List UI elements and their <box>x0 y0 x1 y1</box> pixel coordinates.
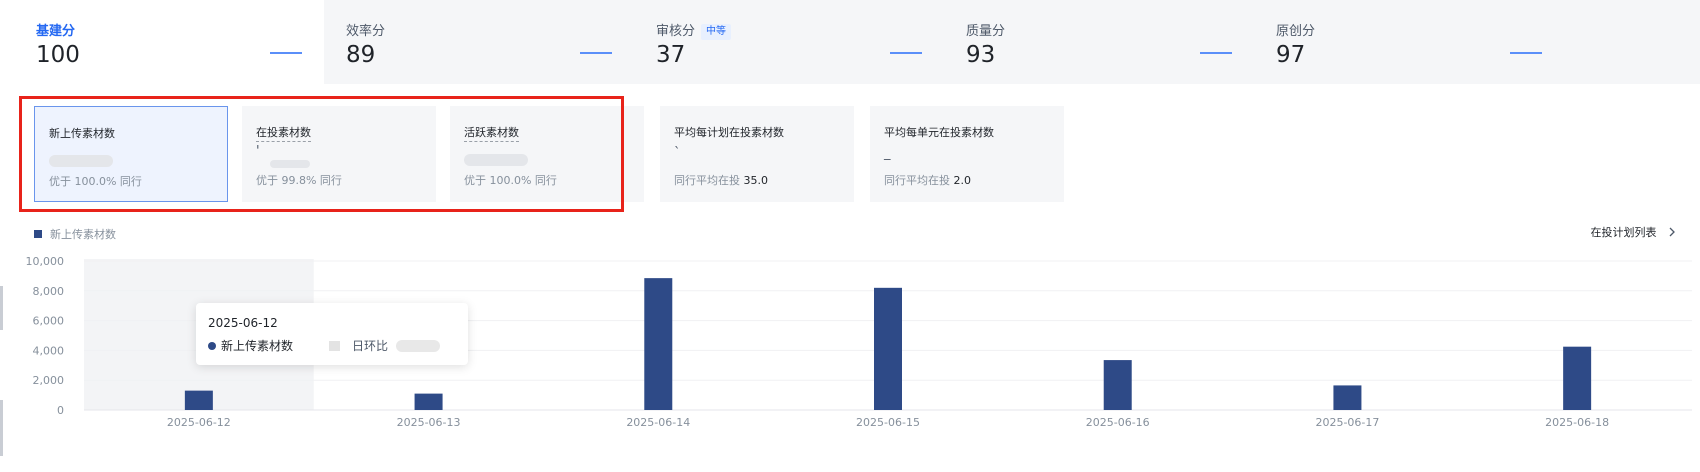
y-tick-label: 6,000 <box>33 315 65 328</box>
annotation-highlight-box <box>19 96 624 212</box>
bar[interactable] <box>184 390 213 410</box>
bar[interactable] <box>1563 346 1592 410</box>
bar[interactable] <box>414 393 443 410</box>
x-tick-label: 2025-06-15 <box>856 416 920 429</box>
comparison-text: 同行平均在投 <box>674 174 740 187</box>
tooltip-date: 2025-06-12 <box>208 316 278 330</box>
card-title: 平均每计划在投素材数 <box>674 126 784 139</box>
bar[interactable] <box>874 287 902 410</box>
x-tick-label: 2025-06-18 <box>1545 416 1609 429</box>
card-comparison: 同行平均在投 2.0 <box>884 172 971 188</box>
score-value: 37 <box>656 42 686 68</box>
y-tick-label: 4,000 <box>33 344 65 357</box>
card-comparison: 同行平均在投 35.0 <box>674 172 768 188</box>
tab-quality-score[interactable]: 质量分 93 <box>944 0 1254 84</box>
metric-card-avg-per-plan[interactable]: 平均每计划在投素材数 ` 同行平均在投 35.0 <box>660 106 854 202</box>
bar[interactable] <box>644 278 673 410</box>
sparkline <box>890 52 922 54</box>
score-tabs: 基建分 100 效率分 89 审核分 中等 37 质量分 93 原创分 97 <box>14 0 1700 84</box>
score-label: 审核分 中等 <box>656 20 732 40</box>
plan-list-link-label: 在投计划列表 <box>1590 226 1657 239</box>
x-tick-label: 2025-06-16 <box>1086 416 1150 429</box>
score-value: 93 <box>966 42 996 68</box>
comparison-text: 同行平均在投 <box>884 174 950 187</box>
y-axis: 0 2,000 4,000 6,000 8,000 10,000 <box>26 255 65 417</box>
y-tick-label: 0 <box>57 404 64 417</box>
tab-infrastructure-score[interactable]: 基建分 100 <box>14 0 324 84</box>
comparison-value: 35.0 <box>743 174 769 187</box>
sparkline <box>1510 52 1542 54</box>
bar[interactable] <box>1333 385 1362 410</box>
score-label: 基建分 <box>36 24 76 39</box>
score-label: 原创分 <box>1276 24 1316 39</box>
tab-efficiency-score[interactable]: 效率分 89 <box>324 0 634 84</box>
x-axis: 2025-06-12 2025-06-13 2025-06-14 2025-06-15… <box>167 416 1609 429</box>
metric-card-avg-per-unit[interactable]: 平均每单元在投素材数 _ 同行平均在投 2.0 <box>870 106 1064 202</box>
sparkline <box>1200 52 1232 54</box>
sparkline <box>270 52 302 54</box>
sparkline <box>580 52 612 54</box>
tooltip-row: 新上传素材数 日环比 <box>208 337 441 354</box>
x-tick-label: 2025-06-12 <box>167 416 231 429</box>
score-label-text: 审核分 <box>656 24 696 39</box>
y-tick-label: 8,000 <box>33 285 65 298</box>
score-value: 100 <box>36 42 80 68</box>
x-tick-label: 2025-06-13 <box>397 416 461 429</box>
chart-tooltip: 2025-06-12 新上传素材数 日环比 <box>196 303 468 365</box>
tooltip-blurred-compare <box>396 340 441 352</box>
tab-review-score[interactable]: 审核分 中等 37 <box>634 0 944 84</box>
scroll-edge-mark <box>0 400 3 456</box>
tooltip-compare-label: 日环比 <box>352 339 389 353</box>
tooltip-series-label: 新上传素材数 <box>221 339 294 353</box>
score-value: 97 <box>1276 42 1306 68</box>
score-level-badge: 中等 <box>701 24 732 40</box>
bar[interactable] <box>1103 360 1132 410</box>
comparison-value: 2.0 <box>953 174 972 187</box>
tab-originality-score[interactable]: 原创分 97 <box>1254 0 1564 84</box>
card-value: _ <box>884 146 891 161</box>
y-tick-label: 2,000 <box>33 374 65 387</box>
card-value: ` <box>674 146 681 161</box>
tooltip-series-dot <box>208 342 216 350</box>
y-tick-label: 10,000 <box>26 255 65 268</box>
scroll-edge-mark <box>0 286 3 330</box>
plan-list-link[interactable]: 在投计划列表 <box>1591 224 1679 240</box>
score-label: 质量分 <box>966 24 1006 39</box>
legend-swatch <box>34 230 42 238</box>
score-label: 效率分 <box>346 24 386 39</box>
score-value: 89 <box>346 42 376 68</box>
x-tick-label: 2025-06-17 <box>1315 416 1379 429</box>
tooltip-blurred-value <box>329 341 341 351</box>
card-title: 平均每单元在投素材数 <box>884 126 994 139</box>
x-tick-label: 2025-06-14 <box>626 416 690 429</box>
chevron-right-icon <box>1669 227 1675 237</box>
